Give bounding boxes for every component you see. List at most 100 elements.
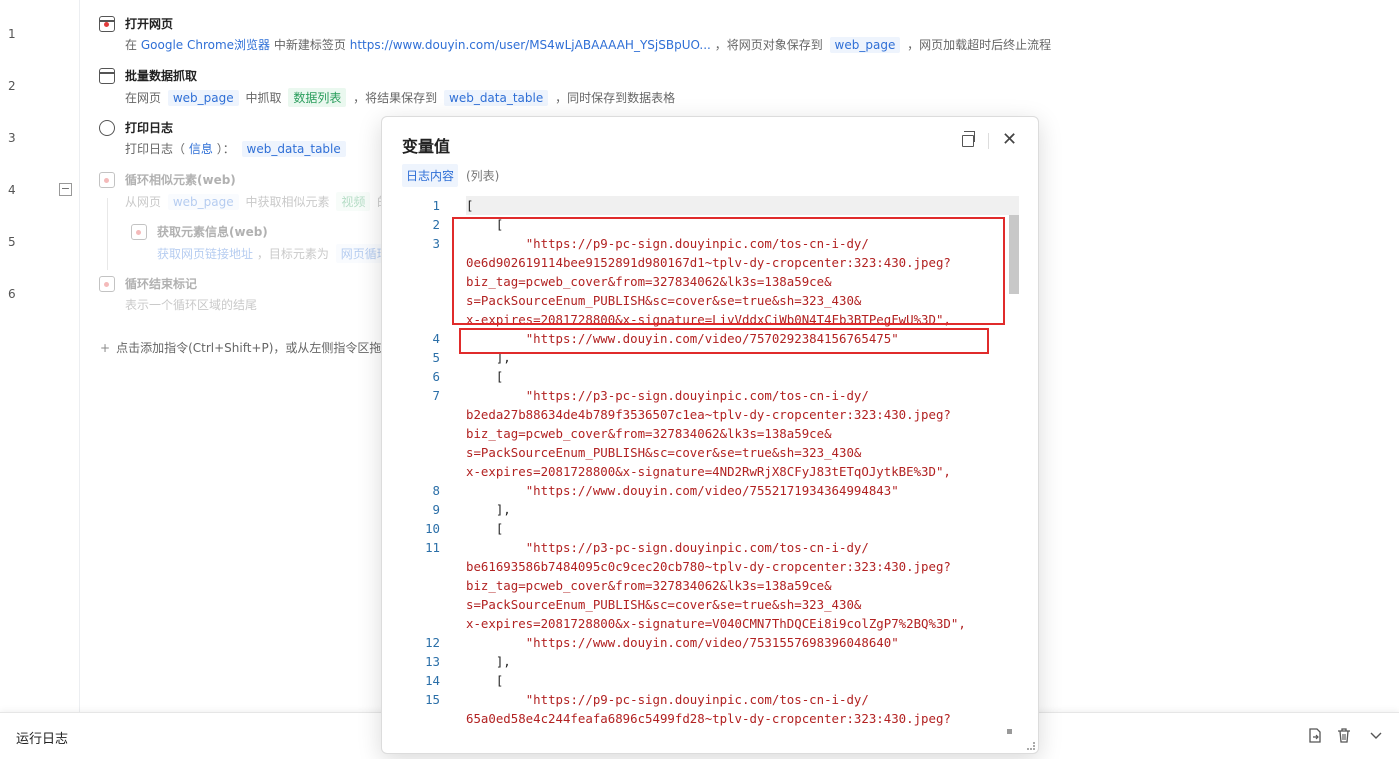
- divider: [988, 133, 989, 149]
- line-number: 4: [8, 183, 16, 197]
- code-line-text: [: [466, 198, 474, 213]
- variable-tag[interactable]: web_page: [167, 90, 239, 106]
- scroll-corner: [1007, 729, 1012, 734]
- code-line-number: 2: [432, 217, 440, 232]
- code-line-number: 8: [432, 483, 440, 498]
- resize-handle[interactable]: [1027, 742, 1035, 750]
- copy-icon[interactable]: [962, 131, 975, 147]
- close-icon[interactable]: ✕: [1002, 130, 1017, 150]
- code-line-text: s=PackSourceEnum_PUBLISH&sc=cover&se=tru…: [466, 445, 862, 460]
- code-line-text: "https://www.douyin.com/video/7552171934…: [525, 483, 899, 498]
- variable-value-dialog: 变量值 ✕ 日志内容 (列表) 1[2 [3 "https://p9-pc-si…: [381, 116, 1039, 754]
- step-title: 获取元素信息(web): [157, 225, 268, 239]
- code-line-number: 5: [432, 350, 440, 365]
- collapse-loop-button[interactable]: −: [59, 183, 72, 196]
- element-tag[interactable]: 数据列表: [288, 88, 347, 107]
- plus-icon: +: [100, 341, 111, 355]
- code-row: 65a0ed58e4c244feafa6896c5499fd28~tplv-dy…: [402, 709, 1002, 728]
- browser-link[interactable]: Google Chrome浏览器: [141, 38, 270, 52]
- code-line-text: x-expires=2081728800&x-signature=V040CMN…: [466, 616, 966, 631]
- desc-text: 中抓取: [245, 91, 282, 105]
- step-description: 表示一个循环区域的结尾: [125, 298, 258, 312]
- step-description: 打印日志（ 信息 ）： web_data_table: [125, 140, 349, 157]
- code-line-text: "https://www.douyin.com/video/7531557698…: [525, 635, 899, 650]
- value-type-label: (列表): [466, 169, 500, 183]
- add-instruction-hint[interactable]: + 点击添加指令(Ctrl+Shift+P)，或从左侧指令区拖入: [100, 339, 393, 356]
- code-line-text: b2eda27b88634de4b789f3536507c1ea~tplv-dy…: [466, 407, 951, 422]
- code-line-text: ],: [495, 654, 511, 669]
- line-number: 3: [8, 131, 16, 145]
- scrape-icon: [99, 68, 115, 84]
- code-line-number: 3: [432, 236, 440, 251]
- desc-text: ，将结果保存到: [353, 91, 438, 105]
- code-line-text: [: [495, 369, 504, 384]
- desc-text: ，将网页对象保存到: [714, 38, 823, 52]
- export-icon[interactable]: [1308, 728, 1322, 743]
- code-line-number: 10: [425, 521, 440, 536]
- code-line-text: "https://p9-pc-sign.douyinpic.com/tos-cn…: [525, 692, 869, 707]
- log-level-link[interactable]: 信息: [189, 142, 213, 156]
- step-description: 获取网页链接地址 ，目标元素为 网页循环: [157, 244, 397, 263]
- step-title: 循环结束标记: [125, 277, 198, 291]
- variable-tag[interactable]: web_page: [829, 37, 901, 53]
- code-line-number: 14: [425, 673, 440, 688]
- element-info-icon: [131, 224, 147, 240]
- code-row: x-expires=2081728800&x-signature=4ND2RwR…: [402, 462, 1002, 481]
- desc-link[interactable]: 获取网页链接地址: [157, 247, 253, 261]
- code-row: 7 "https://p3-pc-sign.douyinpic.com/tos-…: [402, 386, 1002, 405]
- desc-text: 中新建标签页: [273, 38, 346, 52]
- run-log-title: 运行日志: [16, 732, 69, 747]
- code-line-text: 65a0ed58e4c244feafa6896c5499fd28~tplv-dy…: [466, 711, 951, 726]
- code-line-number: 7: [432, 388, 440, 403]
- code-row: s=PackSourceEnum_PUBLISH&sc=cover&se=tru…: [402, 443, 1002, 462]
- desc-text: ，同时保存到数据表格: [555, 91, 676, 105]
- code-line-text: be61693586b7484095c0c9cec20cb780~tplv-dy…: [466, 559, 951, 574]
- code-row: 12 "https://www.douyin.com/video/7531557…: [402, 633, 1002, 652]
- code-row: s=PackSourceEnum_PUBLISH&sc=cover&se=tru…: [402, 595, 1002, 614]
- desc-text: ，目标元素为: [256, 247, 329, 261]
- element-tag[interactable]: 视频: [336, 192, 371, 211]
- code-row: 11 "https://p3-pc-sign.douyinpic.com/tos…: [402, 538, 1002, 557]
- code-row: 8 "https://www.douyin.com/video/75521719…: [402, 481, 1002, 500]
- chevron-down-icon[interactable]: [1369, 728, 1383, 743]
- code-line-number: 4: [432, 331, 440, 346]
- code-line-text: s=PackSourceEnum_PUBLISH&sc=cover&se=tru…: [466, 597, 862, 612]
- line-gutter: 1 2 3 4 5 6 −: [0, 0, 80, 712]
- code-line-number: 15: [425, 692, 440, 707]
- code-row: 1[: [402, 196, 1019, 215]
- step-title: 打开网页: [125, 17, 174, 31]
- code-row: 14 [: [402, 671, 1002, 690]
- code-line-number: 12: [425, 635, 440, 650]
- code-line-text: biz_tag=pcweb_cover&from=327834062&lk3s=…: [466, 578, 832, 593]
- step-description: 在 Google Chrome浏览器 中新建标签页 https://www.do…: [125, 36, 1051, 53]
- line-number: 1: [8, 27, 16, 41]
- code-row: biz_tag=pcweb_cover&from=327834062&lk3s=…: [402, 576, 1002, 595]
- desc-text: 从网页: [125, 195, 162, 209]
- step-title: 打印日志: [125, 121, 174, 135]
- code-line-number: 11: [425, 540, 440, 555]
- code-line-number: 9: [432, 502, 440, 517]
- variable-tag[interactable]: web_data_table: [241, 141, 346, 157]
- log-content-tab[interactable]: 日志内容: [402, 164, 459, 187]
- trash-icon[interactable]: [1337, 728, 1351, 743]
- variable-tag[interactable]: web_page: [167, 194, 239, 210]
- url-link[interactable]: https://www.douyin.com/user/MS4wLjABAAAA…: [350, 38, 711, 52]
- code-line-number: 1: [432, 198, 440, 213]
- line-number: 2: [8, 79, 16, 93]
- code-line-text: [: [495, 673, 504, 688]
- code-line-text: "https://p3-pc-sign.douyinpic.com/tos-cn…: [525, 388, 869, 403]
- variable-tag[interactable]: web_data_table: [444, 90, 549, 106]
- desc-text: 在网页: [125, 91, 162, 105]
- code-line-text: "https://p3-pc-sign.douyinpic.com/tos-cn…: [525, 540, 869, 555]
- desc-text: ）：: [216, 142, 235, 156]
- line-number: 5: [8, 235, 16, 249]
- code-line-text: [: [495, 521, 504, 536]
- desc-text: 中获取相似元素: [245, 195, 330, 209]
- highlight-box-image-url: [452, 217, 1005, 325]
- code-row: 6 [: [402, 367, 1002, 386]
- step-title: 循环相似元素(web): [125, 173, 236, 187]
- dialog-title: 变量值: [402, 137, 451, 156]
- code-row: be61693586b7484095c0c9cec20cb780~tplv-dy…: [402, 557, 1002, 576]
- loop-end-icon: [99, 276, 115, 292]
- code-row: b2eda27b88634de4b789f3536507c1ea~tplv-dy…: [402, 405, 1002, 424]
